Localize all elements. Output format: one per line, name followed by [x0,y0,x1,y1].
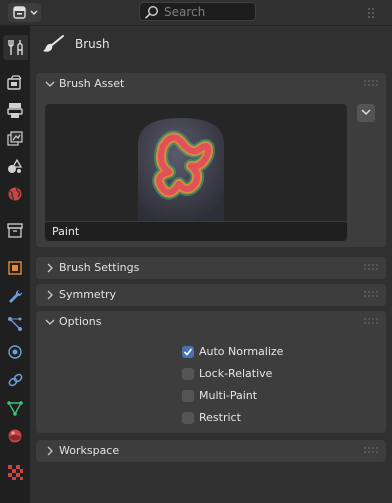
checkbox-label: Restrict [199,411,241,424]
panel-header-brush-settings[interactable]: Brush Settings [36,257,386,279]
context-title: Brush [30,26,392,62]
brush-name: Paint [52,225,80,238]
properties-content: Brush Brush Asset Paint Brush Settings S… [30,26,392,503]
chevron-down-icon [45,319,55,325]
tab-material[interactable] [3,424,28,449]
tab-world[interactable] [3,182,28,207]
brush-icon [43,35,64,52]
chevron-right-icon [47,263,53,273]
grip-icon[interactable] [364,291,378,299]
panel-title: Workspace [59,444,120,457]
panel-header-options[interactable]: Options [36,311,386,333]
chevron-down-icon [45,81,55,87]
brush-thumbnail-image [138,118,224,221]
constraints-icon [8,373,23,387]
tab-physics[interactable] [3,340,28,365]
collection-icon [7,223,23,238]
brush-name-label: Paint [45,221,347,241]
checkbox-label: Multi-Paint [199,389,258,402]
panel-brush-asset: Brush Asset Paint [36,73,386,247]
world-icon [8,187,22,201]
panel-brush-settings: Brush Settings [36,257,386,279]
auto-normalize-checkbox[interactable] [182,346,194,358]
panel-title: Options [59,315,102,328]
restrict-option[interactable]: Restrict [182,410,362,428]
texture-icon [8,465,23,480]
panel-workspace: Workspace [36,440,386,462]
tab-scene[interactable] [3,154,28,179]
panel-symmetry: Symmetry [36,284,386,306]
scene-icon [8,158,23,173]
object-icon [8,261,22,275]
object-data-icon [7,401,23,416]
chevron-right-icon [47,446,53,456]
auto-normalize-option[interactable]: Auto Normalize [182,344,362,362]
render-icon [7,75,22,90]
chevron-right-icon [47,290,53,300]
drag-handle-icon[interactable] [367,7,377,19]
tab-particles[interactable] [3,312,28,337]
tab-render[interactable] [3,70,28,95]
grip-icon[interactable] [364,318,378,326]
brush-preview[interactable]: Paint [45,104,347,241]
page-title: Brush [75,37,110,51]
multi-paint-option[interactable]: Multi-Paint [182,388,362,406]
lock-relative-option[interactable]: Lock-Relative [182,366,362,384]
panel-header-symmetry[interactable]: Symmetry [36,284,386,306]
search-field[interactable] [139,2,256,21]
tab-object[interactable] [3,256,28,281]
tab-constraints[interactable] [3,368,28,393]
search-icon [144,5,159,19]
view-layer-icon [7,131,23,146]
properties-header [0,0,392,26]
checkmark-icon [183,348,193,356]
panel-title: Brush Asset [59,77,125,90]
tab-object-data[interactable] [3,396,28,421]
grip-icon[interactable] [364,447,378,455]
physics-icon [8,345,22,359]
checkbox-label: Lock-Relative [199,367,273,380]
chevron-down-icon [361,109,371,115]
panel-header-workspace[interactable]: Workspace [36,440,386,462]
multi-paint-checkbox[interactable] [182,390,194,402]
modifier-icon [9,290,22,303]
properties-editor-icon [13,6,38,19]
brush-asset-dropdown-button[interactable] [357,104,375,122]
editor-type-button[interactable] [8,3,41,22]
tab-texture[interactable] [3,460,28,485]
output-icon [7,103,23,118]
tab-output[interactable] [3,98,28,123]
tab-modifier[interactable] [3,284,28,309]
search-input[interactable] [164,3,252,20]
panel-title: Brush Settings [59,261,140,274]
panel-title: Symmetry [59,288,117,301]
checkbox-label: Auto Normalize [199,345,284,358]
tab-tool[interactable] [3,35,28,60]
tab-view-layer[interactable] [3,126,28,151]
panel-options: Options Auto Normalize Lock-Relative Mul… [36,311,386,433]
material-icon [8,429,22,443]
tool-icon [8,40,23,55]
restrict-checkbox[interactable] [182,412,194,424]
lock-relative-checkbox[interactable] [182,368,194,380]
panel-header-brush-asset[interactable]: Brush Asset [36,73,386,95]
grip-icon[interactable] [364,80,378,88]
properties-tab-bar [0,26,30,503]
particles-icon [8,317,22,331]
tab-collection[interactable] [3,218,28,243]
grip-icon[interactable] [364,264,378,272]
